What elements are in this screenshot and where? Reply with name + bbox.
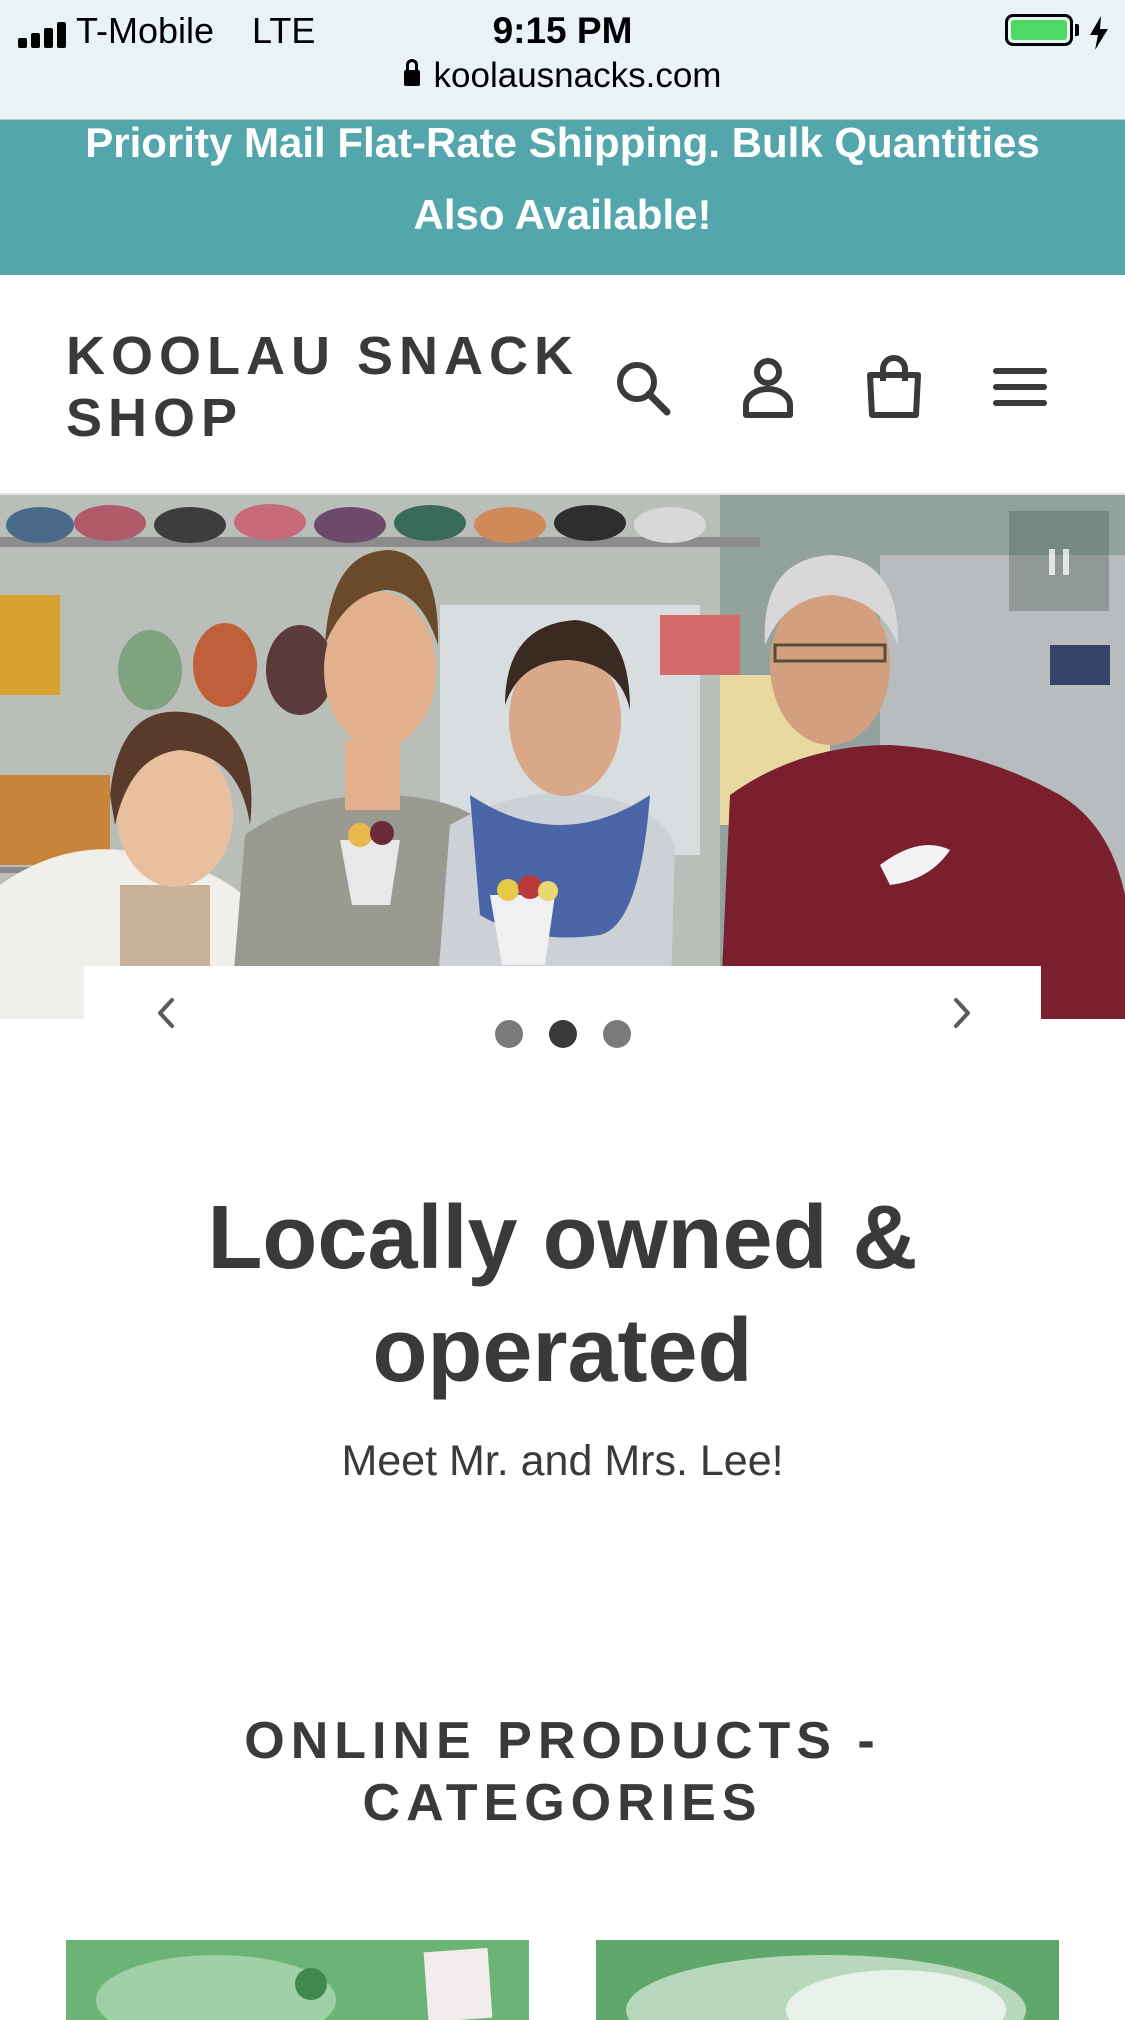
address-bar[interactable]: koolausnacks.com (0, 56, 1125, 96)
url-text: koolausnacks.com (433, 56, 722, 95)
collection-title: ONLINE PRODUCTS - CATEGORIES (244, 1712, 881, 1832)
hero-heading: Locally owned & operated (207, 1188, 918, 1401)
category-card-image (66, 1940, 529, 2020)
previous-arrow-icon[interactable] (142, 988, 192, 1038)
hero-slide-image[interactable] (0, 495, 1125, 1019)
category-card[interactable] (66, 1940, 529, 2020)
hero-photo (0, 495, 1125, 1019)
site-header: KOOLAU SNACK SHOP (0, 275, 1125, 496)
account-icon[interactable] (736, 355, 800, 419)
charging-bolt-icon (1090, 16, 1108, 50)
slideshow-pause-button[interactable] (1009, 511, 1109, 611)
slide-dot-1[interactable] (495, 1020, 523, 1048)
search-icon[interactable] (610, 355, 674, 419)
cart-icon[interactable] (862, 355, 926, 419)
category-card-image (596, 1940, 1059, 2020)
browser-status-bar: T-Mobile LTE 9:15 PM koolausnacks.com (0, 0, 1125, 120)
next-arrow-icon[interactable] (936, 988, 986, 1038)
lock-icon (403, 59, 420, 86)
menu-icon[interactable] (988, 355, 1052, 419)
battery-fill (1011, 20, 1067, 40)
category-card[interactable] (596, 1940, 1059, 2020)
status-row: T-Mobile LTE 9:15 PM (0, 8, 1125, 54)
slideshow-controls (84, 966, 1041, 1091)
clock: 9:15 PM (492, 10, 633, 51)
slide-dot-2[interactable] (549, 1020, 577, 1048)
announcement-text: Priority Mail Flat-Rate Shipping. Bulk Q… (85, 120, 1040, 238)
announcement-bar[interactable]: Priority Mail Flat-Rate Shipping. Bulk Q… (0, 120, 1125, 275)
battery-tip (1075, 24, 1079, 36)
site-logo[interactable]: KOOLAU SNACK SHOP (66, 325, 586, 449)
battery-icon (1005, 14, 1073, 46)
slide-dot-3[interactable] (603, 1020, 631, 1048)
hero-subheading: Meet Mr. and Mrs. Lee! (341, 1437, 784, 1485)
